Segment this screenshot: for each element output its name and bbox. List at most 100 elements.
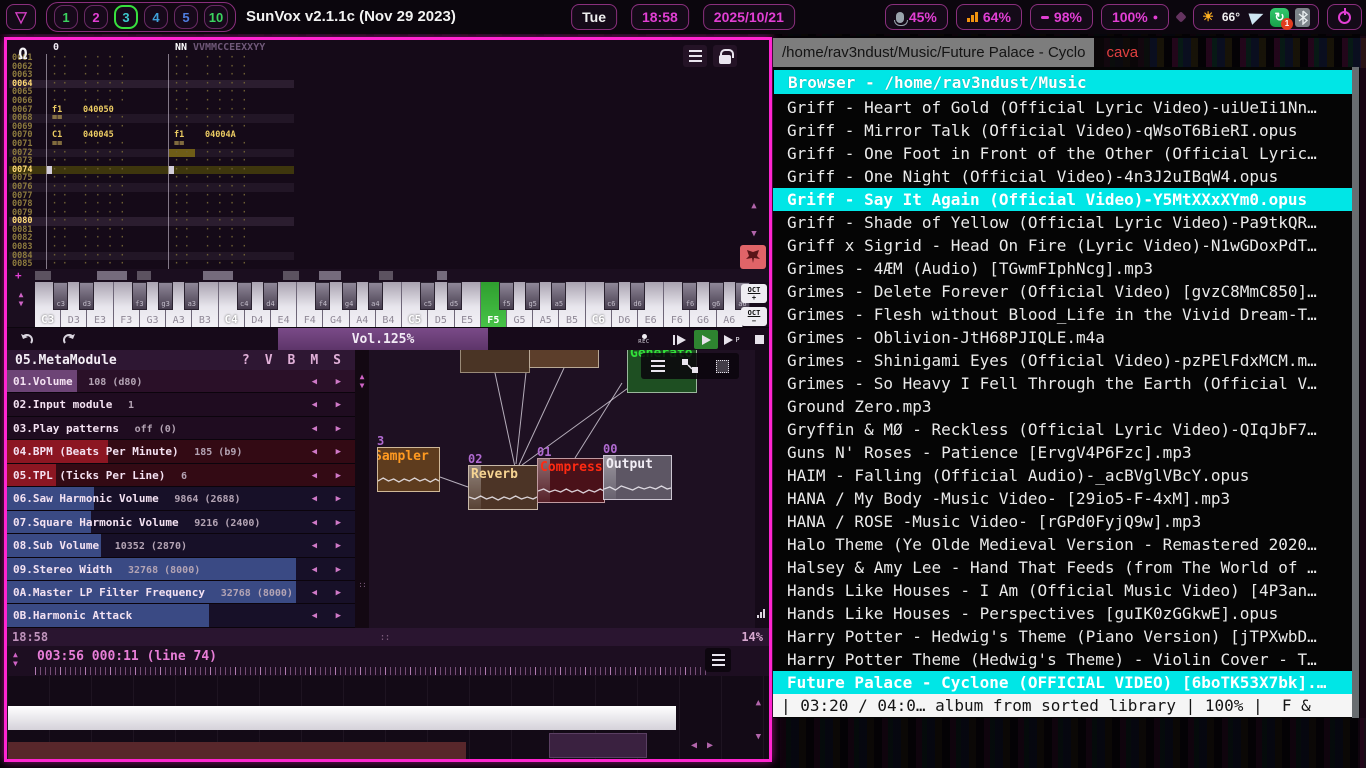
piano-key[interactable]: C6 c6 [586,282,612,327]
controller-panel-button[interactable]: S [333,353,341,368]
workspace-button[interactable]: 5 [174,5,198,29]
timeline-pattern-block-red[interactable] [8,742,466,759]
timeline-menu-button[interactable] [705,648,731,672]
file-row[interactable]: Harry Potter - Hedwig's Theme (Piano Ver… [773,625,1353,648]
piano-black-key[interactable]: d6 [630,282,645,310]
file-row[interactable]: Hands Like Houses - I Am (Official Music… [773,579,1353,602]
workspace-button[interactable]: 2 [84,5,108,29]
brightness-widget[interactable]: 98% [1030,4,1093,30]
piano-black-key[interactable]: c3 [53,282,68,310]
pattern-lock-button[interactable] [713,45,737,67]
file-row[interactable]: Grimes - Flesh without Blood_Life in the… [773,303,1353,326]
module-box[interactable] [460,350,530,373]
increment-arrow[interactable]: ▶ [336,400,341,410]
pattern-row[interactable]: 0085 [9,260,294,269]
keyboard-scroll-controls[interactable]: ▲▼ [7,282,35,327]
track1-cell[interactable] [46,260,168,269]
piano-key[interactable]: C4 c4 [219,282,245,327]
file-row[interactable]: Griff - One Foot in Front of the Other (… [773,142,1353,165]
increment-arrow[interactable]: ▶ [336,611,341,621]
controller-slider[interactable]: 06.Saw Harmonic Volume 9864 (2688) ◀ ▶ [7,487,355,510]
weather-sun-icon[interactable]: ☀ [1202,9,1214,25]
module-reverb[interactable]: Reverb [468,465,538,510]
controller-slider[interactable]: 0A.Master LP Filter Frequency 32768 (800… [7,581,355,604]
mini-pattern-block[interactable] [35,271,51,280]
piano-key[interactable]: F4 f4 [297,282,323,327]
play-pattern-button[interactable]: P [720,330,744,349]
mini-pattern-block[interactable] [379,271,393,280]
file-row[interactable]: Grimes - Delete Forever (Official Video)… [773,280,1353,303]
controller-panel-button[interactable]: M [310,353,318,368]
controller-slider[interactable]: 05.TPL (Ticks Per Line) 6 ◀ ▶ [7,464,355,487]
mini-pattern-block[interactable] [319,271,341,280]
timeline-down-button[interactable]: ▼ [756,732,761,742]
power-button[interactable] [1327,4,1362,30]
file-row[interactable]: Harry Potter Theme (Hedwig's Theme) - Vi… [773,648,1353,671]
file-row[interactable]: Griff x Sigrid - Head On Fire (Lyric Vid… [773,234,1353,257]
play-button[interactable] [694,330,718,349]
redo-button[interactable] [57,330,81,349]
workspace-button[interactable]: 10 [204,5,228,29]
timeline-up-button[interactable]: ▲ [756,698,761,708]
module-select-button[interactable] [711,356,733,376]
file-row[interactable]: Griff - Mirror Talk (Official Video)-qWs… [773,119,1353,142]
mini-pattern-block[interactable] [97,271,127,280]
module-routing-area[interactable]: Generato 3 Sampler 02 Reverb 01 Compress… [369,350,755,628]
decrement-arrow[interactable]: ◀ [312,541,317,551]
volume-widget[interactable]: 100%● [1101,4,1169,30]
piano-black-key[interactable]: c6 [604,282,619,310]
module-sampler[interactable]: Sampler [377,447,440,492]
controller-slider[interactable]: 08.Sub Volume 10352 (2870) ◀ ▶ [7,534,355,557]
piano-black-key[interactable]: a3 [184,282,199,310]
timeline-ruler[interactable] [35,667,709,675]
file-row[interactable]: Griff - Heart of Gold (Official Lyric Vi… [773,96,1353,119]
controller-slider[interactable]: 09.Stereo Width 32768 (8000) ◀ ▶ [7,558,355,581]
octave-down-button[interactable]: OCT− [741,307,767,326]
pattern-rows[interactable]: 0061 0062 0063 [9,54,294,269]
file-row[interactable]: HANA / My Body -Music Video- [29io5-F-4x… [773,487,1353,510]
module-connect-button[interactable] [679,356,701,376]
piano-key[interactable]: C5 c5 [402,282,428,327]
add-pattern-button[interactable]: + [15,269,22,282]
increment-arrow[interactable]: ▶ [336,518,341,528]
module-area-scrollbar[interactable] [755,350,769,628]
octave-up-button[interactable]: OCT+ [741,284,767,303]
piano-key[interactable]: F6 f6 [664,282,690,327]
tab-cava[interactable]: cava [1094,38,1150,67]
file-row[interactable]: Halo Theme (Ye Olde Medieval Version - R… [773,533,1353,556]
network-widget[interactable]: 64% [956,4,1022,30]
decrement-arrow[interactable]: ◀ [312,471,317,481]
file-row[interactable]: Griff - Say It Again (Official Video)-Y5… [773,188,1352,211]
increment-arrow[interactable]: ▶ [336,494,341,504]
increment-arrow[interactable]: ▶ [336,377,341,387]
file-row[interactable]: HAIM - Falling (Official Audio)-_acBVglV… [773,464,1353,487]
piano-black-key[interactable]: f6 [682,282,697,310]
mini-pattern-block[interactable] [283,271,299,280]
file-row[interactable]: Gryffin & MØ - Reckless (Official Lyric … [773,418,1353,441]
panel-splitter[interactable]: ▲▼:: [355,350,369,628]
decrement-arrow[interactable]: ◀ [312,447,317,457]
file-row[interactable]: Grimes - Shinigami Eyes (Official Video)… [773,349,1353,372]
launcher-icon[interactable]: ▽ [6,4,36,30]
piano-black-key[interactable]: g3 [158,282,173,310]
telegram-icon[interactable] [1248,9,1265,25]
controller-panel-button[interactable]: V [265,353,273,368]
pattern-jump-button[interactable] [740,245,766,269]
piano-black-key[interactable]: g6 [709,282,724,310]
increment-arrow[interactable]: ▶ [336,447,341,457]
controller-slider[interactable]: 0B.Harmonic Attack ◀ ▶ [7,604,355,627]
piano-black-key[interactable]: d4 [263,282,278,310]
file-row[interactable]: Halsey & Amy Lee - Hand That Feeds (from… [773,556,1353,579]
timeline-scroll-buttons[interactable]: ▲▼ [13,650,18,668]
decrement-arrow[interactable]: ◀ [312,400,317,410]
module-compressor[interactable]: Compress.r [537,458,605,503]
piano-black-key[interactable]: g4 [342,282,357,310]
timeline-pattern-block[interactable] [8,706,676,730]
module-output[interactable]: Output [603,455,672,500]
piano-black-key[interactable]: f3 [132,282,147,310]
decrement-arrow[interactable]: ◀ [312,377,317,387]
piano-black-key[interactable]: c4 [237,282,252,310]
piano-key[interactable]: F3 f3 [114,282,140,327]
piano-black-key[interactable]: a5 [551,282,566,310]
file-row[interactable]: Griff - One Night (Official Video)-4n3J2… [773,165,1353,188]
